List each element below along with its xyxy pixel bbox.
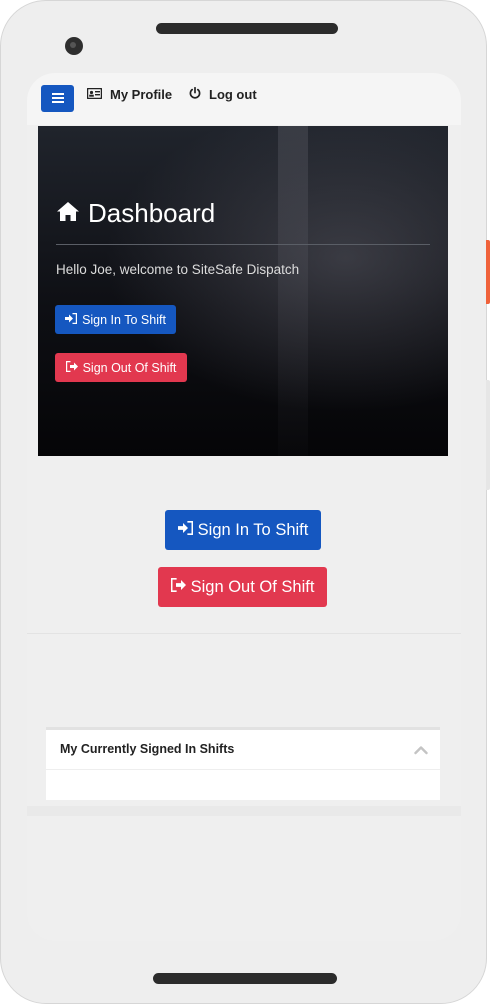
top-navbar: My Profile Log out: [27, 73, 461, 125]
id-card-icon: [86, 87, 103, 102]
sign-in-to-shift-button[interactable]: Sign In To Shift: [165, 510, 321, 550]
log-out-link[interactable]: Log out: [189, 86, 257, 102]
chevron-up-icon[interactable]: [414, 742, 428, 760]
front-camera: [65, 37, 83, 55]
page-title-text: Dashboard: [88, 198, 216, 228]
sign-out-icon: [65, 360, 78, 375]
panel-title: My Currently Signed In Shifts: [60, 742, 235, 756]
panel-header[interactable]: My Currently Signed In Shifts: [46, 730, 440, 770]
hero-sign-out-label: Sign Out Of Shift: [82, 360, 177, 375]
home-icon: [56, 198, 80, 229]
power-side-button: [486, 240, 490, 304]
menu-toggle-button[interactable]: [41, 85, 74, 112]
hamburger-icon: [51, 90, 64, 108]
sign-out-of-shift-label: Sign Out Of Shift: [190, 577, 315, 596]
page-title: Dashboard: [56, 198, 215, 229]
my-profile-label: My Profile: [110, 87, 173, 102]
hero-sign-in-label: Sign In To Shift: [82, 312, 166, 327]
sign-in-to-shift-label: Sign In To Shift: [197, 520, 309, 539]
power-icon: [189, 86, 201, 102]
hero-sign-in-button[interactable]: Sign In To Shift: [55, 305, 176, 334]
sign-out-of-shift-button[interactable]: Sign Out Of Shift: [158, 567, 327, 607]
panel-footer-strip: [27, 806, 461, 816]
signed-in-shifts-panel: My Currently Signed In Shifts: [46, 727, 440, 800]
section-divider: [27, 633, 461, 634]
sign-out-icon: [170, 577, 186, 597]
volume-side-button: [486, 380, 490, 490]
hero-divider: [56, 244, 430, 245]
bottom-speaker: [153, 973, 337, 984]
dashboard-hero: Dashboard Hello Joe, welcome to SiteSafe…: [38, 126, 448, 456]
app-screen: My Profile Log out Dashboard Hello Joe, …: [27, 73, 461, 941]
log-out-label: Log out: [209, 87, 257, 102]
hero-sign-out-button[interactable]: Sign Out Of Shift: [55, 353, 187, 382]
top-speaker: [156, 23, 338, 34]
my-profile-link[interactable]: My Profile: [86, 87, 173, 102]
welcome-message: Hello Joe, welcome to SiteSafe Dispatch: [56, 262, 300, 277]
sign-in-icon: [177, 520, 193, 540]
sign-in-icon: [65, 312, 78, 327]
